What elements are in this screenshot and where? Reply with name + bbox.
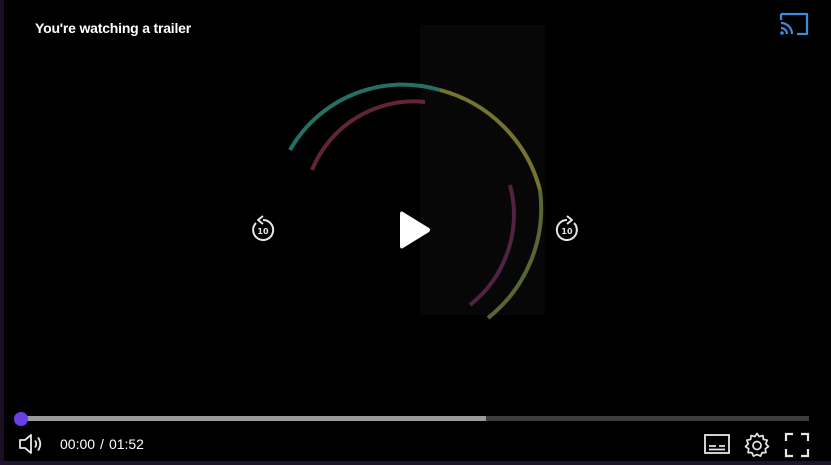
progress-bar[interactable]	[14, 411, 809, 426]
time-separator: /	[100, 436, 104, 452]
rewind-10-icon: 10	[252, 215, 275, 241]
control-bar: 00:00/01:52	[0, 429, 831, 459]
play-button[interactable]	[395, 207, 435, 253]
trailer-title: You're watching a trailer	[35, 20, 192, 36]
settings-button[interactable]	[743, 431, 771, 459]
forward-seconds-label: 10	[561, 227, 573, 236]
current-time: 00:00	[60, 436, 96, 452]
time-display: 00:00/01:52	[60, 436, 144, 452]
fullscreen-button[interactable]	[783, 431, 811, 459]
volume-icon	[19, 434, 42, 454]
subtitles-icon	[704, 434, 730, 454]
fullscreen-icon	[784, 432, 810, 458]
cast-icon	[779, 12, 809, 36]
play-icon	[400, 211, 430, 249]
video-player[interactable]: You're watching a trailer 10 10 00:00 / …	[0, 0, 831, 465]
forward-10-button[interactable]: 10	[551, 214, 583, 246]
volume-button[interactable]	[17, 432, 45, 456]
progress-scrubber-handle[interactable]	[14, 411, 28, 426]
total-duration: 01:52	[108, 436, 144, 452]
frame-border-left	[0, 0, 4, 465]
frame-border-bottom	[0, 461, 831, 465]
forward-10-icon: 10	[555, 215, 578, 241]
rewind-10-button[interactable]: 10	[247, 214, 279, 246]
gear-icon	[744, 432, 770, 457]
subtitles-button[interactable]	[703, 431, 731, 457]
progress-buffered	[21, 416, 486, 421]
cast-button[interactable]	[778, 10, 810, 38]
rewind-seconds-label: 10	[257, 227, 269, 236]
